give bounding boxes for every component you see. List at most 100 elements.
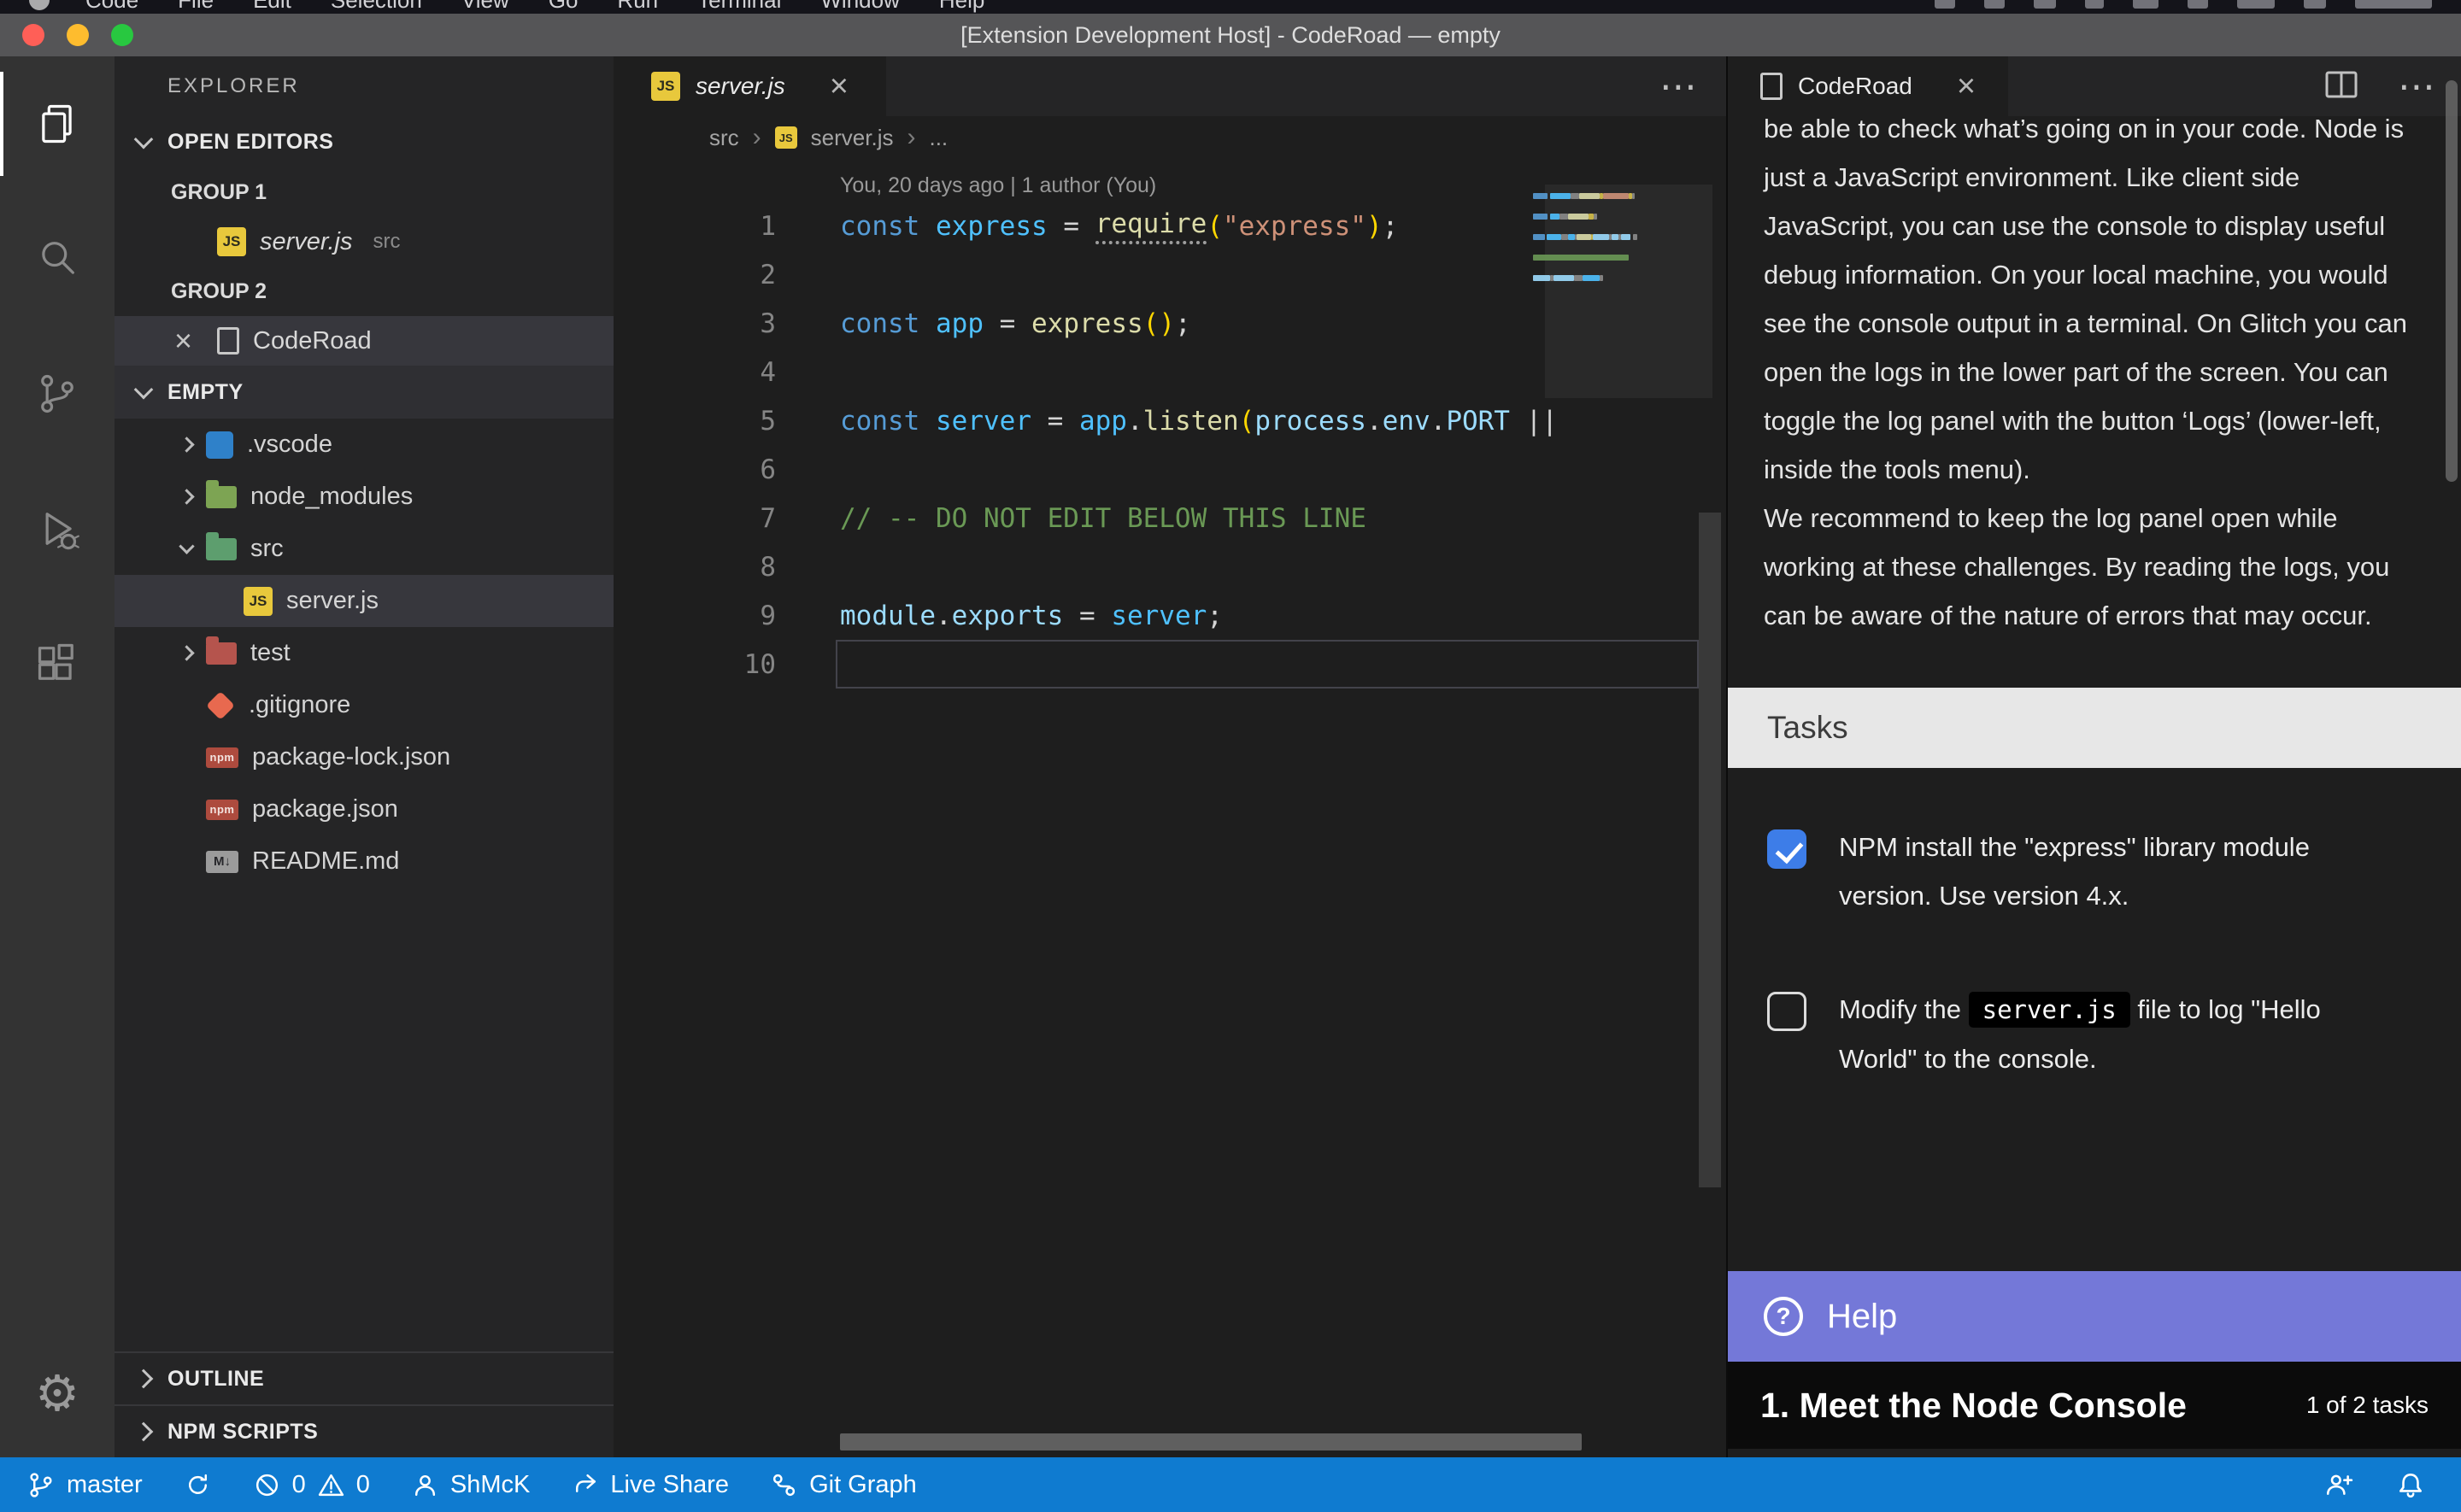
apple-menu-icon[interactable]	[29, 0, 50, 10]
notifications-bell-icon[interactable]	[2396, 1470, 2425, 1499]
close-window-button[interactable]	[22, 24, 44, 46]
panel-scrollbar[interactable]	[2446, 80, 2458, 482]
editor-more-actions-icon[interactable]: ⋯	[1659, 56, 1726, 116]
chevron-right-icon[interactable]	[179, 489, 194, 504]
chevron-right-icon	[134, 1369, 154, 1389]
menu-item-help[interactable]: Help	[939, 0, 984, 14]
problems-status[interactable]: 0 0	[253, 1471, 370, 1499]
menu-item-go[interactable]: Go	[549, 0, 579, 14]
task-text: NPM install the "express" library module…	[1839, 823, 2394, 920]
section-label: NPM SCRIPTS	[167, 1420, 318, 1445]
zoom-window-button[interactable]	[111, 24, 133, 46]
menu-item-selection[interactable]: Selection	[331, 0, 422, 14]
tree-item-server-js[interactable]: JS server.js	[115, 575, 614, 627]
lesson-footer: 1. Meet the Node Console 1 of 2 tasks	[1728, 1362, 2461, 1449]
titlebar[interactable]: [Extension Development Host] - CodeRoad …	[0, 14, 2461, 56]
chevron-down-icon[interactable]	[179, 538, 194, 554]
section-workspace-empty[interactable]: EMPTY	[115, 366, 614, 419]
menu-item-view[interactable]: View	[461, 0, 509, 14]
menu-item-terminal[interactable]: Terminal	[697, 0, 781, 14]
section-outline[interactable]: OUTLINE	[115, 1351, 614, 1404]
tree-item-readme-md[interactable]: M↓README.md	[115, 835, 614, 888]
source-control-icon[interactable]	[0, 326, 115, 461]
code-line-10[interactable]: 10	[614, 640, 1726, 689]
tree-item-gitignore[interactable]: .gitignore	[115, 679, 614, 731]
tree-item-package-json[interactable]: npmpackage.json	[115, 783, 614, 835]
js-file-icon: JS	[244, 587, 273, 616]
tree-item-test[interactable]: test	[115, 627, 614, 679]
code-content	[836, 640, 1699, 689]
branch-icon	[27, 1471, 56, 1499]
file-name: test	[250, 639, 291, 667]
open-editor-server-js[interactable]: JSserver.jssrc	[115, 217, 614, 267]
question-icon: ?	[1764, 1297, 1803, 1336]
task-checkbox-checked[interactable]	[1767, 829, 1806, 869]
breadcrumb-item-server-js[interactable]: server.js	[811, 125, 894, 151]
minimize-window-button[interactable]	[67, 24, 89, 46]
editor-horizontal-scrollbar[interactable]	[840, 1433, 1582, 1450]
tab-coderoad[interactable]: CodeRoad ×	[1728, 56, 2008, 116]
settings-gear-icon[interactable]: ⚙	[0, 1329, 115, 1457]
help-button[interactable]: ? Help	[1728, 1271, 2461, 1362]
open-editors-group-2: GROUP 2	[115, 267, 614, 316]
search-icon[interactable]	[0, 191, 115, 326]
code-line-9[interactable]: 9module.exports = server;	[614, 591, 1726, 640]
chevron-right-icon[interactable]	[179, 437, 194, 452]
tree-item-node-modules[interactable]: node_modules	[115, 471, 614, 523]
npm-file-icon: npm	[206, 800, 238, 820]
open-editors-group-1: GROUP 1	[115, 167, 614, 217]
errors-icon	[253, 1471, 281, 1499]
task-list: NPM install the "express" library module…	[1728, 768, 2461, 1083]
breadcrumb-item-src[interactable]: src	[709, 125, 739, 151]
split-editor-icon[interactable]	[2324, 69, 2358, 104]
test-folder-icon	[206, 642, 237, 665]
code-line-7[interactable]: 7// -- DO NOT EDIT BELOW THIS LINE	[614, 494, 1726, 542]
section-open-editors[interactable]: OPEN EDITORS	[115, 116, 614, 167]
sync-changes-button[interactable]	[184, 1471, 212, 1499]
git-graph-button[interactable]: Git Graph	[770, 1471, 917, 1499]
close-icon[interactable]: ×	[174, 326, 203, 355]
minimap[interactable]	[1533, 193, 1637, 291]
code-line-6[interactable]: 6	[614, 445, 1726, 494]
menu-item-file[interactable]: File	[178, 0, 214, 14]
close-tab-icon[interactable]: ×	[830, 70, 849, 103]
close-tab-icon[interactable]: ×	[1957, 70, 1976, 103]
live-share-button[interactable]: Live Share	[571, 1471, 729, 1499]
explorer-icon[interactable]	[0, 56, 115, 191]
breadcrumb-separator: ›	[753, 123, 761, 152]
extensions-icon[interactable]	[0, 596, 115, 731]
chevron-spacer	[181, 752, 192, 763]
breadcrumb-item-[interactable]: ...	[929, 125, 948, 151]
menu-item-run[interactable]: Run	[617, 0, 658, 14]
tree-item-vscode[interactable]: .vscode	[115, 419, 614, 471]
file-name: server.js	[286, 587, 379, 615]
panel-more-actions-icon[interactable]: ⋯	[2398, 65, 2435, 108]
js-file-icon: JS	[651, 72, 680, 101]
tab-server-js[interactable]: JS server.js ×	[614, 56, 886, 116]
tree-item-src[interactable]: src	[115, 523, 614, 575]
run-debug-icon[interactable]	[0, 461, 115, 596]
menu-item-code[interactable]: Code	[85, 0, 138, 14]
task-checkbox-unchecked[interactable]	[1767, 992, 1806, 1031]
section-npm-scripts[interactable]: NPM SCRIPTS	[115, 1404, 614, 1457]
editor-vertical-scrollbar[interactable]	[1699, 513, 1721, 1187]
feedback-person-add-icon[interactable]	[2324, 1470, 2353, 1499]
code-line-5[interactable]: 5const server = app.listen(process.env.P…	[614, 396, 1726, 445]
code-editor[interactable]: You, 20 days ago | 1 author (You) 1const…	[614, 159, 1726, 1457]
file-name: src	[250, 535, 284, 563]
menu-item-window[interactable]: Window	[820, 0, 899, 14]
menu-item-edit[interactable]: Edit	[253, 0, 291, 14]
share-icon	[571, 1471, 599, 1499]
js-file-icon: JS	[217, 227, 246, 256]
file-name: .vscode	[247, 431, 332, 459]
open-editor-coderoad[interactable]: ×CodeRoad	[115, 316, 614, 366]
chevron-right-icon[interactable]	[179, 645, 194, 660]
line-number: 5	[614, 396, 776, 445]
code-line-8[interactable]: 8	[614, 542, 1726, 591]
sidebar-title: EXPLORER	[115, 56, 614, 116]
line-number: 10	[614, 640, 776, 689]
vscode-file-icon	[206, 431, 233, 459]
tree-item-package-lock-json[interactable]: npmpackage-lock.json	[115, 731, 614, 783]
coderoad-user-status[interactable]: ShMcK	[411, 1471, 530, 1499]
git-branch-status[interactable]: master	[27, 1471, 143, 1499]
